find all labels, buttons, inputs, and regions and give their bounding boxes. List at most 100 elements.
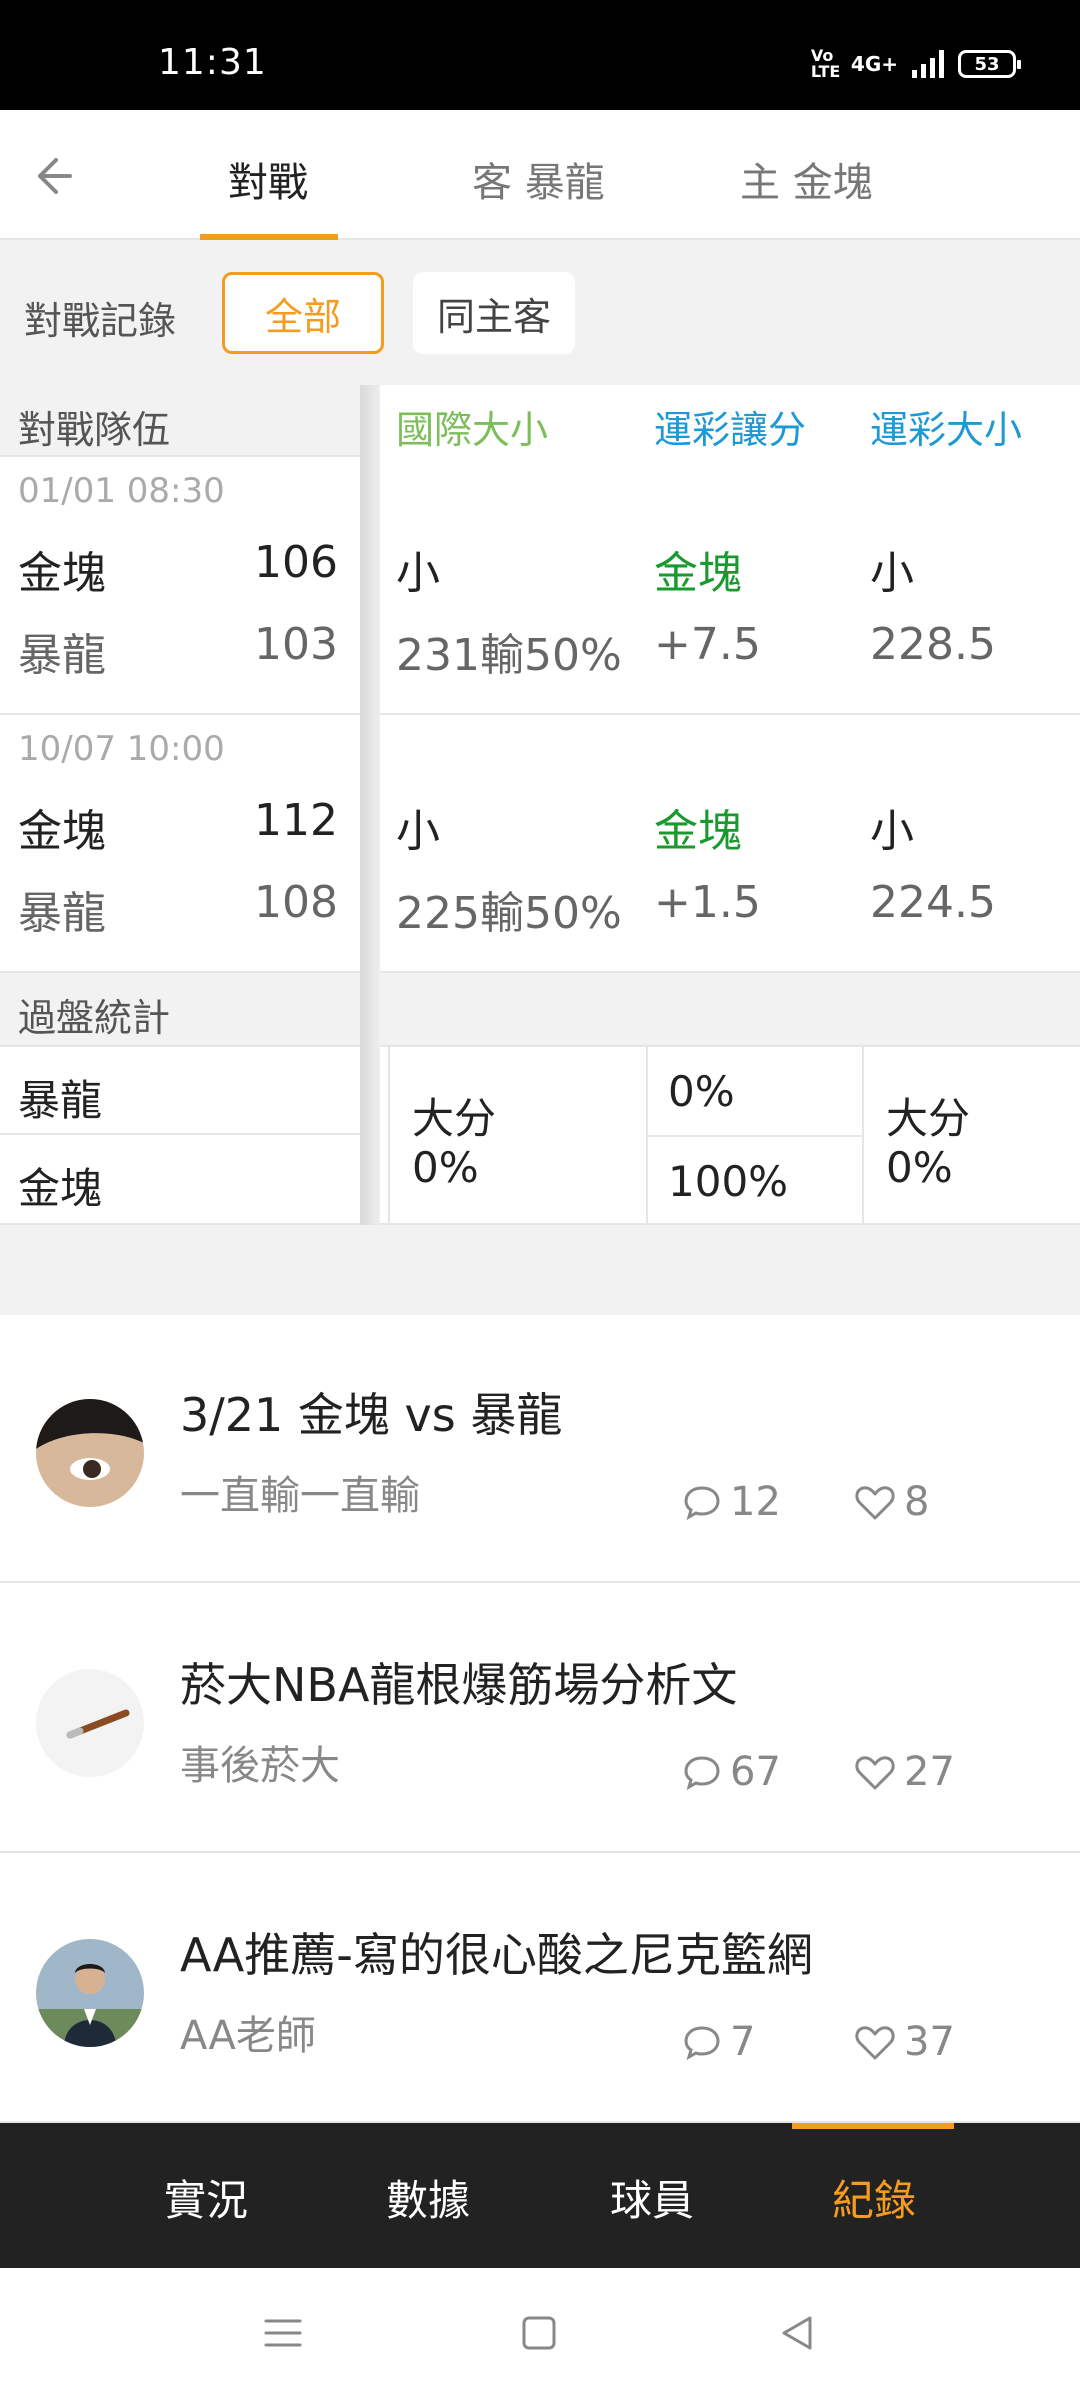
header-lottery-ou: 運彩大小 xyxy=(870,408,1023,452)
tab-live[interactable]: 實況 xyxy=(164,2167,248,2228)
header-intl-ou: 國際大小 xyxy=(396,408,549,452)
article-title: AA推薦-寫的很心酸之尼克籃網 xyxy=(180,1928,813,1982)
avatar[interactable] xyxy=(36,1669,144,1777)
volte-icon: Vo LTE xyxy=(810,46,841,81)
table-header: 對戰隊伍 國際大小 運彩讓分 運彩大小 xyxy=(0,385,1080,457)
team-name: 暴龍 xyxy=(18,630,106,681)
back-triangle-icon[interactable] xyxy=(776,2312,818,2354)
heart-icon xyxy=(855,2026,895,2060)
battery-icon: 53 xyxy=(958,50,1021,78)
stats-spread-home: 100% xyxy=(668,1157,789,1206)
match-date: 10/07 10:00 xyxy=(18,729,225,769)
team-score: 108 xyxy=(254,877,338,928)
stats-table: 暴龍 金塊 大分 0% 0% 100% 大分 0% xyxy=(0,1047,1080,1225)
tab-home-team[interactable]: 主 金塊 xyxy=(740,150,873,208)
frozen-column-shadow xyxy=(360,385,380,1225)
tab-data[interactable]: 數據 xyxy=(386,2167,470,2228)
stats-label: 過盤統計 xyxy=(18,996,171,1040)
like-count-value: 27 xyxy=(904,1749,955,1795)
team-name: 暴龍 xyxy=(18,888,106,939)
article-item[interactable]: 菸大NBA龍根爆筋場分析文 事後菸大 67 27 xyxy=(0,1585,1080,1853)
heart-icon xyxy=(855,1756,895,1790)
comment-count-value: 67 xyxy=(730,1749,781,1795)
lottery-ou-result: 小 xyxy=(870,806,914,857)
intl-ou-result: 小 xyxy=(396,548,440,599)
lottery-ou-line: 228.5 xyxy=(870,619,996,670)
tab-matchup[interactable]: 對戰 xyxy=(228,150,308,208)
team-score: 103 xyxy=(254,619,338,670)
network-type-icon: 4G+ xyxy=(850,52,898,76)
arrow-left-icon[interactable] xyxy=(22,148,78,204)
heart-icon xyxy=(855,1486,895,1520)
intl-ou-line: 231輸50% xyxy=(396,630,622,681)
comment-icon xyxy=(684,1486,720,1521)
spread-line: +1.5 xyxy=(654,877,761,928)
system-nav-bar xyxy=(0,2268,1080,2400)
like-count[interactable]: 8 xyxy=(854,1479,929,1525)
spread-result: 金塊 xyxy=(654,548,742,599)
divider xyxy=(648,1135,864,1137)
system-icons: Vo LTE 4G+ 53 xyxy=(810,46,1021,81)
lottery-ou-line: 224.5 xyxy=(870,877,996,928)
comment-icon xyxy=(684,1756,720,1791)
matchup-table: 對戰隊伍 國際大小 運彩讓分 運彩大小 01/01 08:30 金塊 106 小… xyxy=(0,385,1080,1225)
signal-icon xyxy=(912,50,944,78)
article-item[interactable]: 3/21 金塊 vs 暴龍 一直輸一直輸 12 8 xyxy=(0,1315,1080,1583)
stats-intl-label: 大分 xyxy=(412,1094,497,1143)
comment-count: 12 xyxy=(682,1479,781,1525)
stats-intl-value: 0% xyxy=(412,1143,479,1192)
team-score: 112 xyxy=(254,795,338,846)
away-row: 暴龍 108 225輸50% +1.5 224.5 xyxy=(0,867,1080,947)
article-author: 事後菸大 xyxy=(180,1743,340,1789)
intl-ou-result: 小 xyxy=(396,806,440,857)
stats-spread: 0% 100% xyxy=(646,1047,864,1225)
avatar[interactable] xyxy=(36,1399,144,1507)
home-square-icon[interactable] xyxy=(518,2312,560,2354)
stats-ou-value: 0% xyxy=(886,1143,953,1192)
stats-lottery-ou: 大分 0% xyxy=(862,1047,1080,1225)
article-author: AA老師 xyxy=(180,2013,316,2059)
header-team: 對戰隊伍 xyxy=(18,408,171,452)
stats-team-away: 暴龍 xyxy=(0,1047,360,1135)
stats-spread-away: 0% xyxy=(668,1067,735,1116)
top-nav: 對戰 客 暴龍 主 金塊 xyxy=(0,110,1080,240)
status-bar: 11:31 Vo LTE 4G+ 53 xyxy=(0,0,1080,110)
filter-bar: 對戰記錄 全部 同主客 xyxy=(0,240,1080,385)
spread-line: +7.5 xyxy=(654,619,761,670)
like-count-value: 8 xyxy=(904,1479,930,1525)
section-gap xyxy=(0,1225,1080,1315)
bottom-tab-bar: 實況 數據 球員 紀錄 xyxy=(0,2123,1080,2268)
like-count-value: 37 xyxy=(904,2019,955,2065)
team-score: 106 xyxy=(254,537,338,588)
match-date: 01/01 08:30 xyxy=(18,471,225,511)
filter-label: 對戰記錄 xyxy=(24,299,177,343)
match-row: 01/01 08:30 金塊 106 小 金塊 小 暴龍 103 231輸50%… xyxy=(0,457,1080,715)
comment-count-value: 7 xyxy=(730,2019,756,2065)
intl-ou-line: 225輸50% xyxy=(396,888,622,939)
tab-away-team[interactable]: 客 暴龍 xyxy=(472,150,605,208)
article-title: 3/21 金塊 vs 暴龍 xyxy=(180,1388,563,1442)
header-lottery-spread: 運彩讓分 xyxy=(654,408,807,452)
filter-same-home-away-chip[interactable]: 同主客 xyxy=(413,272,575,354)
avatar[interactable] xyxy=(36,1939,144,2047)
article-list: 3/21 金塊 vs 暴龍 一直輸一直輸 12 8 菸大NBA龍根爆筋場分析文 … xyxy=(0,1315,1080,2123)
menu-icon[interactable] xyxy=(262,2312,304,2354)
filter-all-chip[interactable]: 全部 xyxy=(222,272,384,354)
article-item[interactable]: AA推薦-寫的很心酸之尼克籃網 AA老師 7 37 xyxy=(0,1855,1080,2123)
clock: 11:31 xyxy=(158,42,267,83)
comment-count-value: 12 xyxy=(730,1479,781,1525)
stats-team-home: 金塊 xyxy=(18,1164,103,1213)
like-count[interactable]: 27 xyxy=(854,1749,955,1795)
comment-count: 67 xyxy=(682,1749,781,1795)
tab-players[interactable]: 球員 xyxy=(610,2167,694,2228)
stats-ou-label: 大分 xyxy=(886,1094,971,1143)
away-row: 暴龍 103 231輸50% +7.5 228.5 xyxy=(0,609,1080,689)
article-title: 菸大NBA龍根爆筋場分析文 xyxy=(180,1658,738,1712)
spread-result: 金塊 xyxy=(654,806,742,857)
like-count[interactable]: 37 xyxy=(854,2019,955,2065)
team-name: 金塊 xyxy=(18,806,106,857)
tab-records[interactable]: 紀錄 xyxy=(832,2167,916,2228)
stats-intl-ou: 大分 0% xyxy=(388,1047,646,1225)
article-author: 一直輸一直輸 xyxy=(180,1473,420,1519)
team-name: 金塊 xyxy=(18,548,106,599)
